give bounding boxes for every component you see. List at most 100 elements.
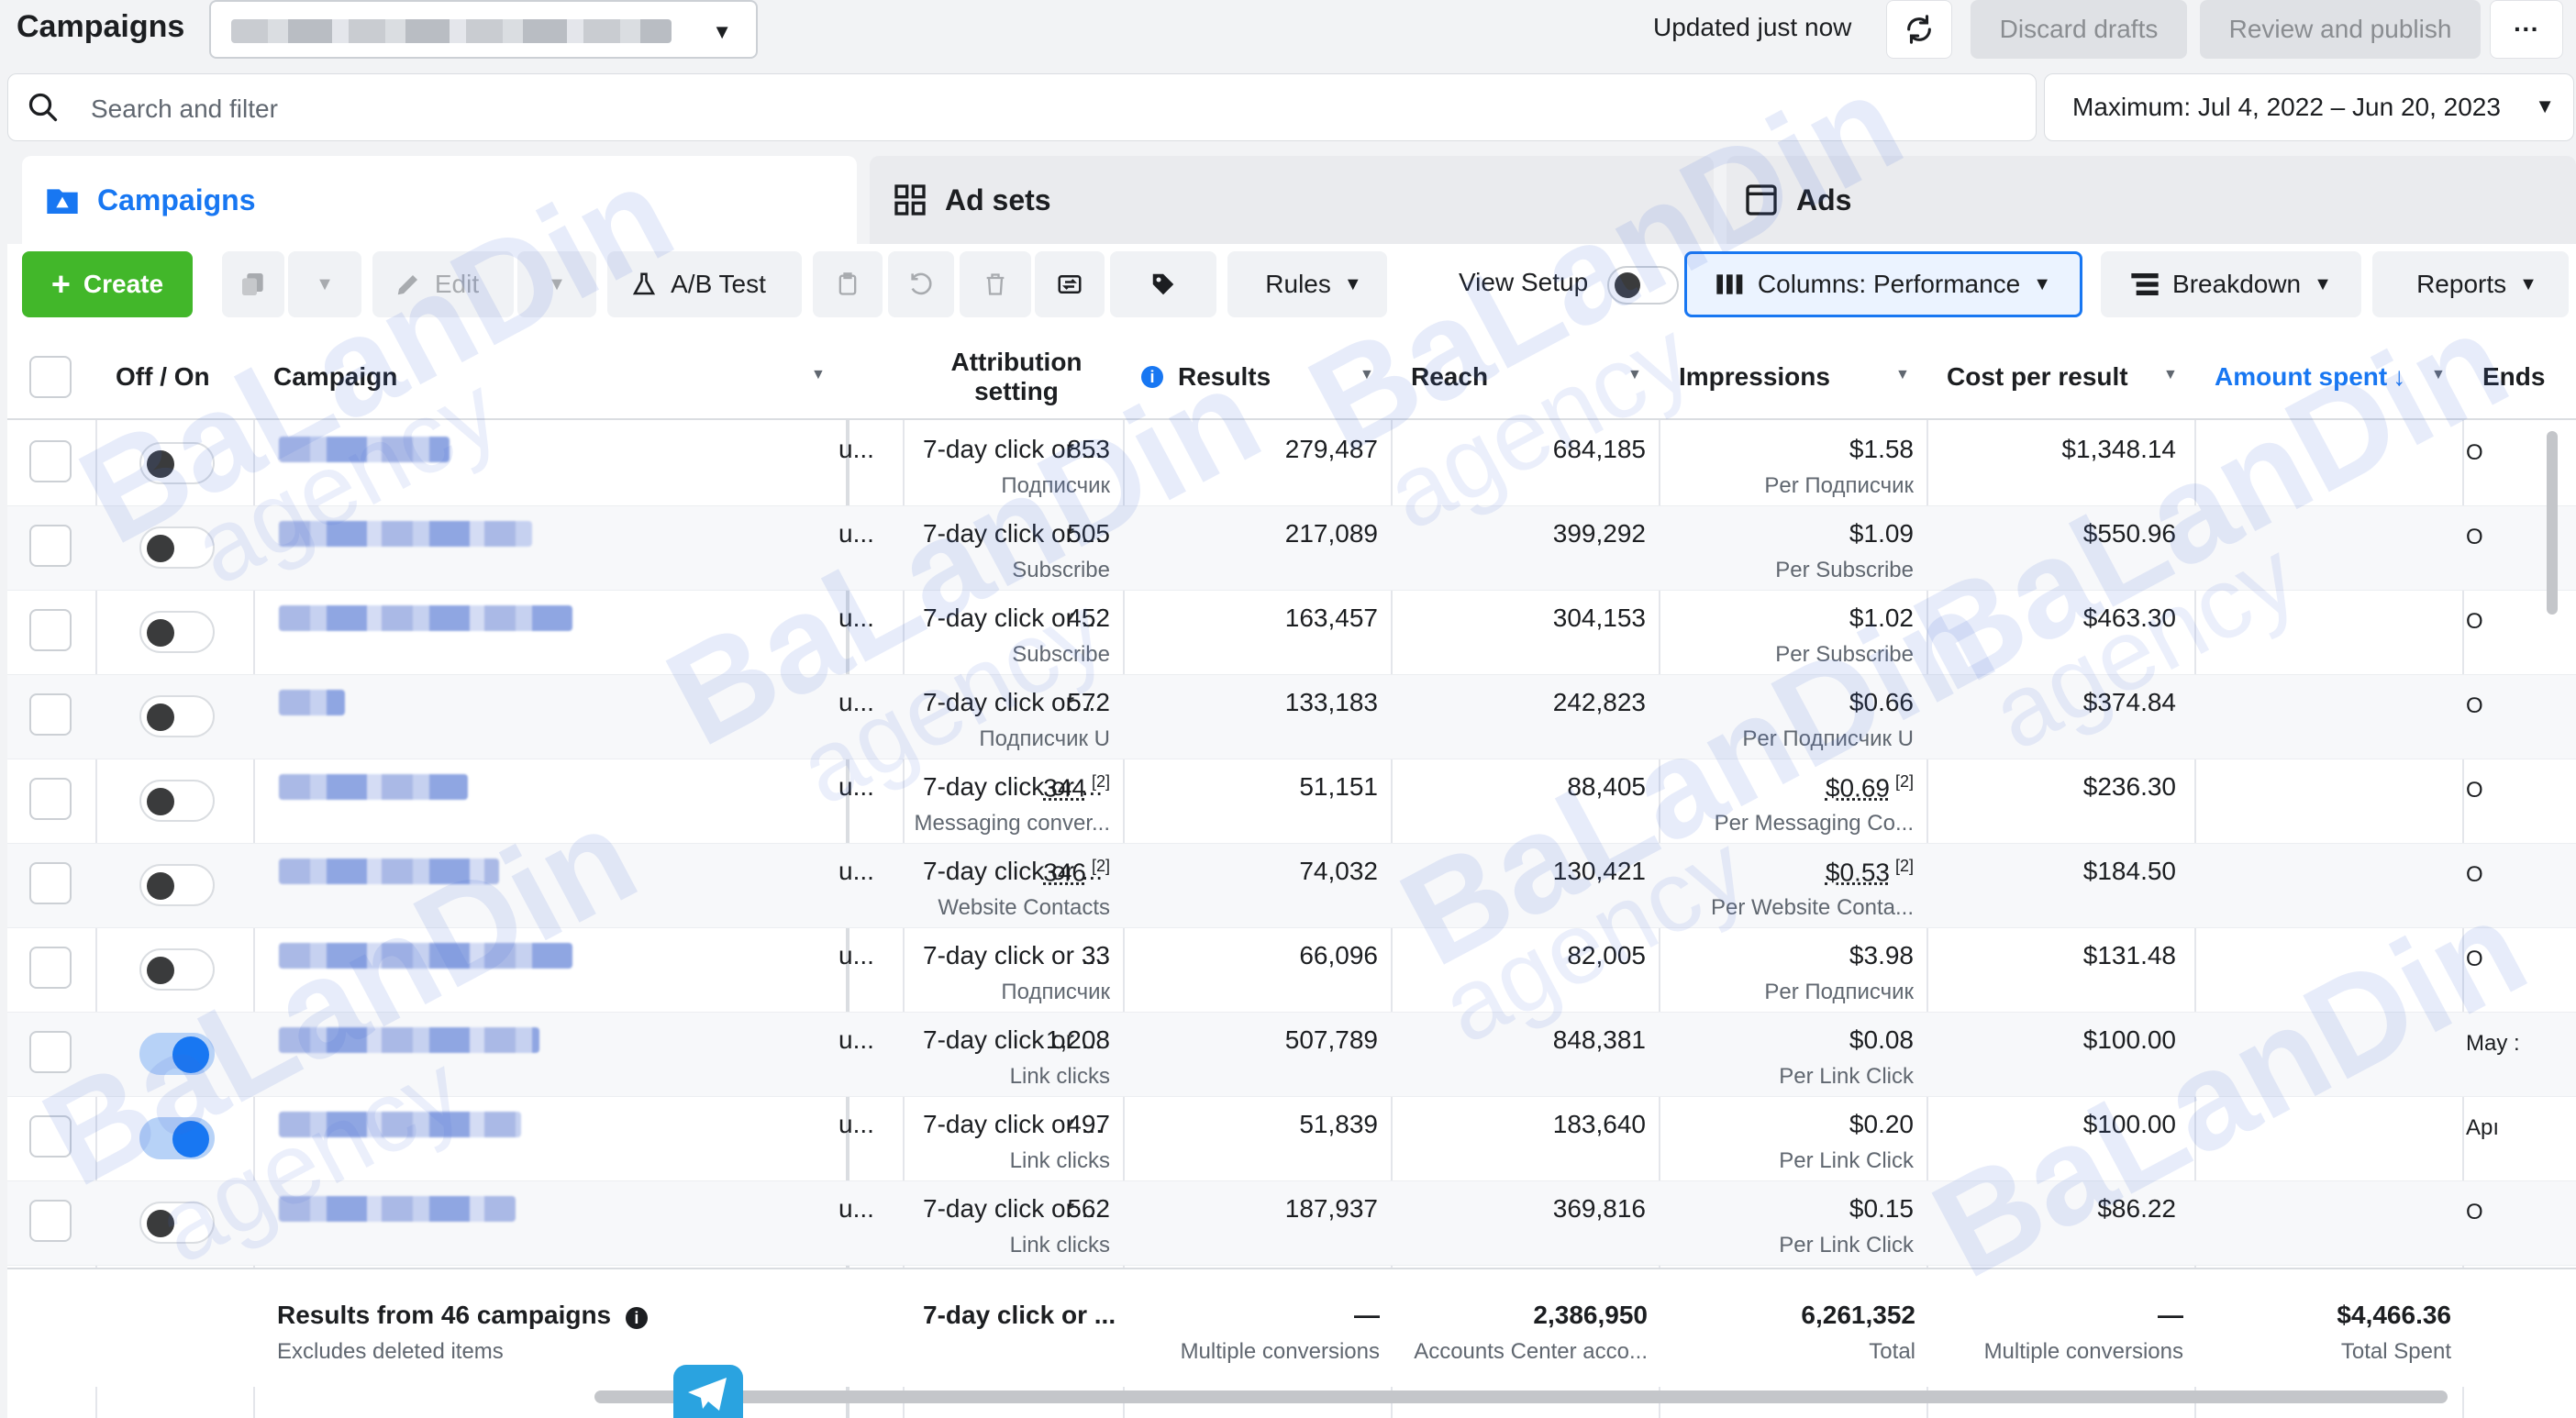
campaign-name-blurred[interactable] (279, 1112, 521, 1137)
row-checkbox[interactable] (29, 947, 72, 989)
campaign-name-blurred[interactable] (279, 605, 572, 631)
table-row[interactable]: u... 7-day click or ... 853 Подписчик 279,48… (7, 422, 2576, 506)
tab-campaigns[interactable]: Campaigns (22, 156, 857, 244)
cost-per-result-type: Per Подписчик (1764, 980, 1914, 1004)
undo-button[interactable] (888, 251, 954, 317)
campaign-name-blurred[interactable] (279, 943, 572, 969)
view-setup-toggle[interactable] (1607, 266, 1679, 305)
row-checkbox[interactable] (29, 1200, 72, 1242)
table-row[interactable]: u... 7-day click or ... 497 Link clicks 51,8… (7, 1097, 2576, 1181)
discard-drafts-button[interactable]: Discard drafts (1971, 0, 2187, 59)
row-checkbox[interactable] (29, 862, 72, 904)
summary-attribution: 7-day click or ... (923, 1301, 1116, 1329)
date-range-label: Maximum: Jul 4, 2022 – Jun 20, 2023 (2072, 93, 2501, 121)
column-header-amount-spent-label: Amount spent (2215, 362, 2388, 391)
refresh-button[interactable] (1886, 0, 1952, 59)
tag-button[interactable] (1110, 251, 1216, 317)
column-header-amount-spent[interactable]: Amount spent ↓ (2215, 334, 2405, 420)
column-header-results[interactable]: i Results (1141, 334, 1271, 420)
reports-button[interactable]: Reports ▼ (2372, 251, 2569, 317)
impressions-value: 369,816 (1552, 1194, 1646, 1223)
campaign-name-blurred[interactable] (279, 859, 499, 884)
summary-reach: 2,386,950 (1533, 1301, 1648, 1329)
more-options-button[interactable]: ··· (2490, 0, 2563, 59)
results-value: 572 (1067, 688, 1110, 717)
cost-per-result-type: Per Link Click (1779, 1233, 1914, 1257)
column-header-ends[interactable]: Ends (2482, 334, 2545, 420)
edit-menu-button[interactable]: ▼ (517, 251, 596, 317)
table-row[interactable]: u... 7-day click or ... 572 Подписчик U 133,… (7, 675, 2576, 759)
results-value: 344 [2] (1043, 772, 1110, 803)
amount-spent-value: $100.00 (2082, 1110, 2176, 1138)
row-checkbox[interactable] (29, 1031, 72, 1073)
table-row[interactable]: u... 7-day click or ... 505 Subscribe 217,08… (7, 506, 2576, 591)
campaign-name-blurred[interactable] (279, 1027, 539, 1053)
breakdown-button[interactable]: Breakdown ▼ (2101, 251, 2361, 317)
telegram-plane-icon (688, 1378, 727, 1411)
chevron-down-icon: ▼ (1627, 367, 1642, 382)
create-button[interactable]: + Create (22, 251, 193, 317)
ad-account-name-blurred (231, 19, 672, 43)
row-checkbox[interactable] (29, 609, 72, 651)
ab-test-button[interactable]: A/B Test (607, 251, 802, 317)
move-button[interactable] (1035, 251, 1105, 317)
duplicate-button[interactable] (222, 251, 284, 317)
campaign-folder-icon (47, 189, 78, 214)
telegram-icon[interactable] (673, 1365, 743, 1418)
date-range-picker[interactable]: Maximum: Jul 4, 2022 – Jun 20, 2023 ▼ (2044, 73, 2574, 141)
tab-ad-sets[interactable]: Ad sets (870, 156, 1714, 244)
search-input[interactable]: Search and filter (91, 94, 278, 124)
search-filter-box[interactable]: Search and filter (7, 73, 2037, 141)
campaign-on-off-toggle[interactable] (139, 948, 215, 991)
row-checkbox[interactable] (29, 778, 72, 820)
campaign-on-off-toggle[interactable] (139, 442, 215, 484)
row-checkbox[interactable] (29, 525, 72, 567)
campaign-name-blurred[interactable] (279, 521, 532, 547)
clipboard-button[interactable] (813, 251, 883, 317)
campaign-name-blurred[interactable] (279, 1196, 516, 1222)
duplicate-menu-button[interactable]: ▼ (288, 251, 361, 317)
campaign-name-blurred[interactable] (279, 690, 345, 715)
delete-button[interactable] (960, 251, 1031, 317)
campaign-on-off-toggle[interactable] (139, 780, 215, 822)
table-row[interactable]: u... 7-day click or ... 344 [2] Messaging co… (7, 759, 2576, 844)
table-row[interactable]: u... 7-day click or ... 346 [2] Website Cont… (7, 844, 2576, 928)
columns-button[interactable]: Columns: Performance ▼ (1684, 251, 2082, 317)
rules-button[interactable]: Rules ▼ (1227, 251, 1387, 317)
review-and-publish-button[interactable]: Review and publish (2200, 0, 2481, 59)
amount-spent-value: $86.22 (2097, 1194, 2176, 1223)
column-header-off-on[interactable]: Off / On (116, 334, 210, 420)
cost-per-result-value: $1.58 (1849, 435, 1914, 464)
ad-account-selector[interactable]: ▼ (209, 0, 758, 59)
table-row[interactable]: u... 7-day click or ... 1,208 Link clicks 50… (7, 1013, 2576, 1097)
footnote-marker: [2] (1091, 857, 1110, 875)
vertical-scrollbar[interactable] (2547, 431, 2558, 615)
summary-title: Results from 46 campaigns i (277, 1301, 648, 1330)
campaign-on-off-toggle[interactable] (139, 1033, 215, 1075)
campaign-on-off-toggle[interactable] (139, 695, 215, 737)
column-header-impressions[interactable]: Impressions (1679, 334, 1830, 420)
campaign-on-off-toggle[interactable] (139, 864, 215, 906)
column-header-reach[interactable]: Reach (1411, 334, 1488, 420)
cost-per-result-type: Per Messaging Co... (1714, 811, 1914, 836)
horizontal-scrollbar[interactable] (594, 1390, 2448, 1403)
edit-button[interactable]: Edit (372, 251, 514, 317)
campaign-on-off-toggle[interactable] (139, 526, 215, 569)
column-header-campaign[interactable]: Campaign (273, 334, 397, 420)
table-row[interactable]: u... 7-day click or ... 452 Subscribe 163,45… (7, 591, 2576, 675)
row-checkbox[interactable] (29, 440, 72, 482)
column-header-cost-per-result[interactable]: Cost per result (1947, 334, 2128, 420)
table-row[interactable]: u... 7-day click or ... 33 Подписчик 66,096 8… (7, 928, 2576, 1013)
campaign-on-off-toggle[interactable] (139, 1202, 215, 1244)
campaign-name-blurred[interactable] (279, 774, 468, 800)
table-header: Off / On Campaign Attribution setting i … (7, 334, 2576, 420)
campaign-name-blurred[interactable] (279, 437, 450, 462)
campaign-on-off-toggle[interactable] (139, 1117, 215, 1159)
row-checkbox[interactable] (29, 1115, 72, 1158)
campaign-on-off-toggle[interactable] (139, 611, 215, 653)
row-checkbox[interactable] (29, 693, 72, 736)
column-header-attribution[interactable]: Attribution setting (934, 334, 1099, 420)
select-all-checkbox[interactable] (29, 356, 72, 398)
table-row[interactable]: u... 7-day click or ... 562 Link clicks 187,… (7, 1181, 2576, 1266)
tab-ads[interactable]: Ads (1727, 156, 2576, 244)
